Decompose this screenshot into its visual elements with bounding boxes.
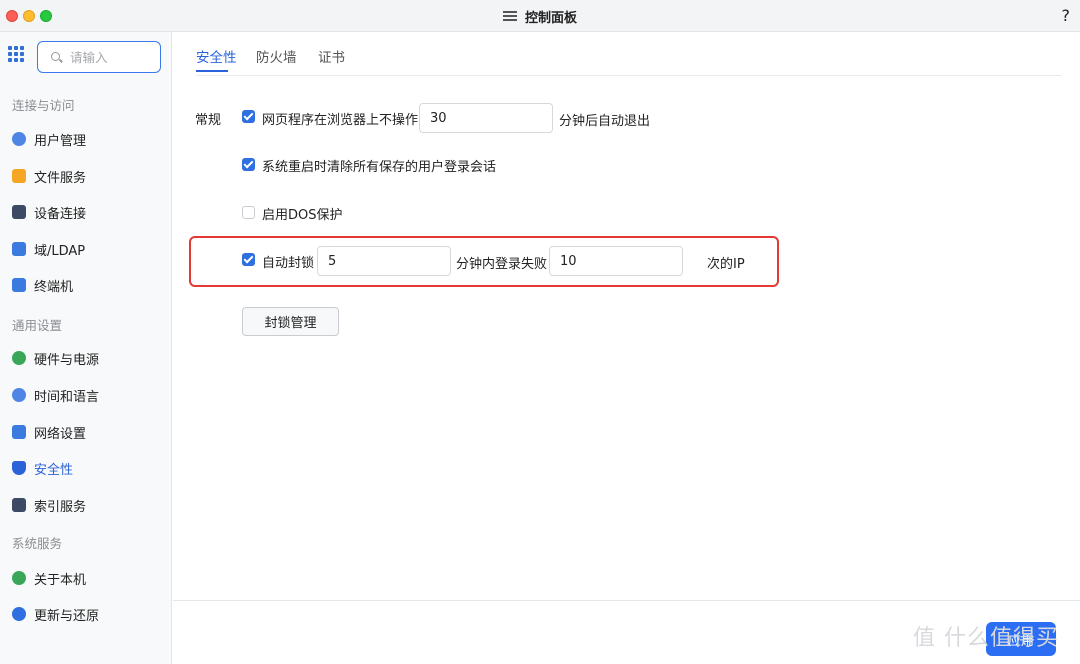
search-icon [51,52,60,61]
tab-certificate[interactable]: 证书 [318,46,345,66]
network-icon [12,425,26,439]
tab-security[interactable]: 安全性 [196,46,237,66]
shield-icon [12,461,26,475]
tabs-divider [196,75,1061,76]
tab-firewall[interactable]: 防火墙 [256,46,297,66]
auto-block-suffix: 次的IP [707,257,745,272]
footer-divider [173,600,1080,601]
auto-block-minutes-input[interactable] [317,246,451,276]
power-icon [12,351,26,365]
sidebar-item-terminal[interactable]: 终端机 [0,269,171,301]
sidebar-item-label: 时间和语言 [34,389,100,405]
sidebar-item-label: 终端机 [34,279,74,295]
auto-logout-checkbox[interactable] [242,110,255,123]
apply-button[interactable]: 应用 [986,622,1056,656]
sidebar-item-label: 用户管理 [34,133,87,149]
update-icon [12,607,26,621]
sidebar-item-domain-ldap[interactable]: 域/LDAP [0,233,171,265]
sidebar-item-label: 网络设置 [34,426,87,442]
auto-block-label: 自动封锁 [262,256,315,271]
clear-sessions-label: 系统重启时清除所有保存的用户登录会话 [262,160,497,175]
sidebar-item-label: 文件服务 [34,170,87,186]
dos-protection-checkbox[interactable] [242,206,255,219]
section-label-system: 系统服务 [12,536,63,551]
sidebar-item-file-services[interactable]: 文件服务 [0,160,171,192]
title-bar: 控制面板 ? [0,0,1080,32]
sidebar-item-label: 索引服务 [34,499,87,515]
apps-grid-icon[interactable] [8,46,24,62]
user-icon [12,132,26,146]
general-section-label: 常规 [195,113,222,128]
sidebar-item-index-service[interactable]: 索引服务 [0,489,171,521]
sidebar-item-label: 关于本机 [34,572,87,588]
window-title-group: 控制面板 [0,0,1080,32]
sidebar-item-label: 更新与还原 [34,608,100,624]
globe-icon [12,388,26,402]
device-icon [12,205,26,219]
sidebar-item-label: 设备连接 [34,206,87,222]
help-button[interactable]: ? [1062,6,1071,25]
sidebar-item-about[interactable]: 关于本机 [0,562,171,594]
auto-logout-suffix: 分钟后自动退出 [559,114,651,129]
auto-block-mid-label: 分钟内登录失败 [456,257,548,272]
sidebar-item-label: 硬件与电源 [34,352,100,368]
section-label-connection: 连接与访问 [12,98,75,113]
auto-logout-label: 网页程序在浏览器上不操作 [262,113,419,128]
domain-icon [12,242,26,256]
window-title: 控制面板 [524,10,577,26]
clear-sessions-checkbox[interactable] [242,158,255,171]
auto-block-attempts-input[interactable] [549,246,683,276]
terminal-icon [12,278,26,292]
tab-bar: 安全性 防火墙 证书 [172,32,1080,76]
sidebar: 连接与访问 用户管理 文件服务 设备连接 域/LDAP 终端机 通用设置 硬件与… [0,32,172,664]
index-icon [12,498,26,512]
sidebar-item-users[interactable]: 用户管理 [0,123,171,155]
sidebar-item-network[interactable]: 网络设置 [0,416,171,448]
auto-logout-minutes-input[interactable] [419,103,553,133]
search-input[interactable] [68,48,156,66]
block-management-button[interactable]: 封锁管理 [242,307,339,336]
sidebar-item-security[interactable]: 安全性 [0,452,171,484]
sidebar-item-label: 域/LDAP [34,243,86,259]
folder-icon [12,169,26,183]
info-icon [12,571,26,585]
sidebar-item-devices[interactable]: 设备连接 [0,196,171,228]
sidebar-item-time-language[interactable]: 时间和语言 [0,379,171,411]
section-label-general: 通用设置 [12,318,63,333]
search-box[interactable] [37,41,161,73]
sidebar-item-label: 安全性 [34,462,74,478]
dos-protection-label: 启用DOS保护 [262,208,343,223]
sidebar-item-update-restore[interactable]: 更新与还原 [0,598,171,630]
control-panel-icon [502,10,517,22]
active-tab-indicator [196,70,228,72]
sidebar-item-hardware[interactable]: 硬件与电源 [0,342,171,374]
auto-block-checkbox[interactable] [242,253,255,266]
